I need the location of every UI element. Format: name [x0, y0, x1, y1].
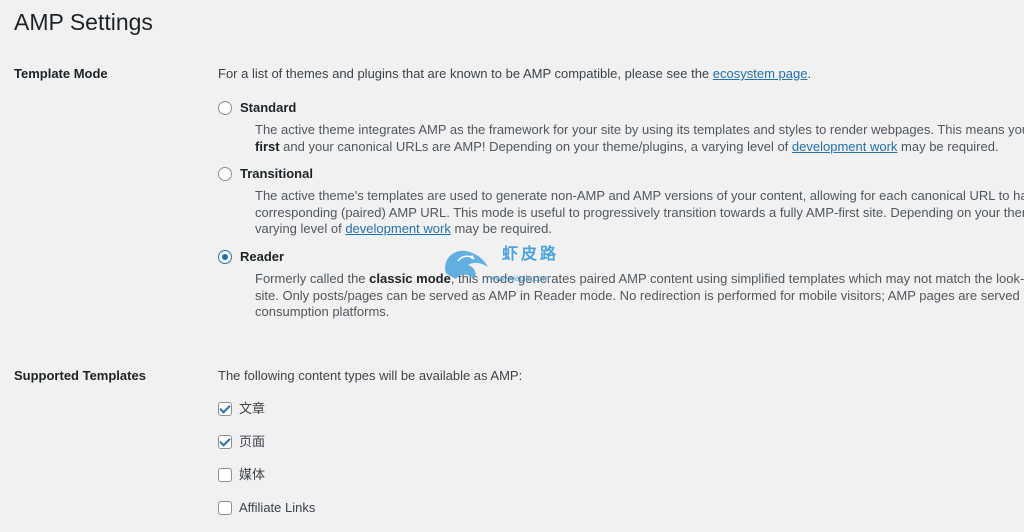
- reader-label: Reader: [240, 249, 285, 264]
- ecosystem-page-link[interactable]: ecosystem page: [713, 66, 808, 81]
- standard-radio[interactable]: [218, 101, 232, 116]
- standard-desc-bold: first: [255, 138, 280, 154]
- reader-radio[interactable]: [218, 250, 232, 265]
- standard-description: The active theme integrates AMP as the f…: [255, 122, 1024, 155]
- pages-checkbox[interactable]: [218, 435, 232, 450]
- template-mode-intro: For a list of themes and plugins that ar…: [218, 64, 811, 84]
- template-item-pages[interactable]: 页面: [218, 432, 265, 452]
- media-checkbox[interactable]: [218, 468, 232, 483]
- reader-desc-d: consumption platforms.: [255, 304, 390, 319]
- standard-desc-c: may be required.: [897, 138, 999, 154]
- template-mode-intro-text: For a list of themes and plugins that ar…: [218, 66, 710, 81]
- posts-checkbox[interactable]: [218, 402, 232, 417]
- reader-description: Formerly called the classic mode, this m…: [255, 271, 1024, 321]
- mode-option-standard[interactable]: Standard: [218, 98, 296, 118]
- template-mode-label: Template Mode: [14, 66, 108, 81]
- media-label: 媒体: [239, 467, 266, 482]
- transitional-desc-d: may be required.: [450, 221, 552, 236]
- reader-desc-bold: classic mode: [369, 271, 451, 286]
- affiliate-links-label: Affiliate Links: [239, 500, 316, 515]
- transitional-desc-b: corresponding (paired) AMP URL. This mod…: [255, 204, 1024, 220]
- standard-desc-a: The active theme integrates AMP as the f…: [255, 122, 1024, 137]
- reader-desc-c: site. Only posts/pages can be served as …: [255, 287, 1024, 303]
- transitional-radio[interactable]: [218, 167, 232, 182]
- supported-templates-label: Supported Templates: [14, 368, 146, 383]
- transitional-development-work-link[interactable]: development work: [345, 221, 451, 236]
- standard-development-work-link[interactable]: development work: [792, 139, 898, 154]
- transitional-label: Transitional: [240, 166, 313, 181]
- reader-desc-a: Formerly called the: [255, 271, 370, 286]
- transitional-desc-c: varying level of: [255, 221, 346, 236]
- affiliate-links-checkbox[interactable]: [218, 501, 232, 516]
- page-title: AMP Settings: [14, 9, 153, 35]
- pages-label: 页面: [239, 434, 266, 449]
- supported-templates-intro: The following content types will be avai…: [218, 368, 523, 383]
- posts-label: 文章: [239, 401, 266, 416]
- watermark-text: 虾皮路: [502, 246, 560, 263]
- mode-option-reader[interactable]: Reader: [218, 247, 284, 267]
- template-item-media[interactable]: 媒体: [218, 465, 265, 485]
- template-item-affiliate-links[interactable]: Affiliate Links: [218, 498, 315, 518]
- transitional-desc-a: The active theme's templates are used to…: [255, 188, 1024, 203]
- transitional-description: The active theme's templates are used to…: [255, 188, 1024, 238]
- template-item-posts[interactable]: 文章: [218, 399, 265, 419]
- reader-desc-b: , this mode generates paired AMP content…: [450, 271, 1024, 286]
- standard-desc-b: and your canonical URLs are AMP! Dependi…: [279, 138, 792, 154]
- mode-option-transitional[interactable]: Transitional: [218, 164, 313, 184]
- template-mode-intro-end: .: [807, 66, 812, 81]
- standard-label: Standard: [240, 100, 297, 115]
